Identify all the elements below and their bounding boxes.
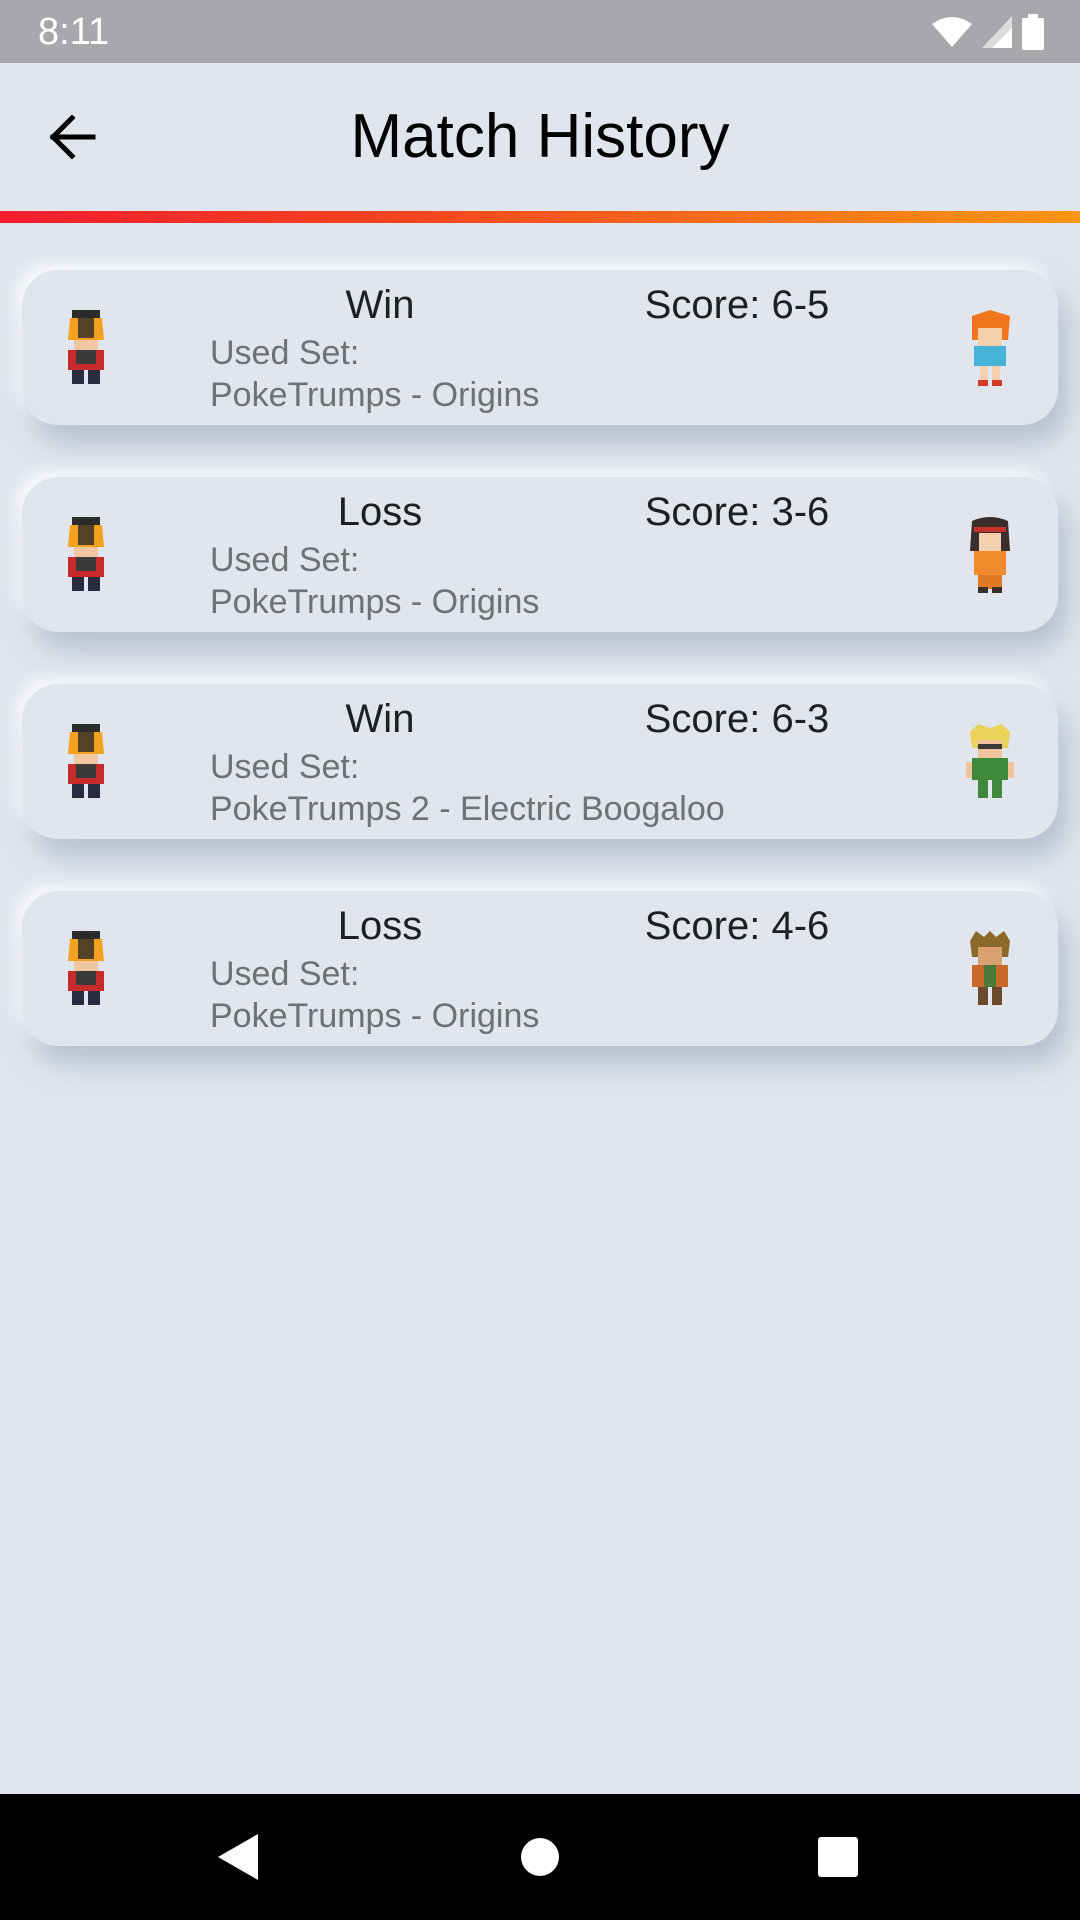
used-set-name: PokeTrumps - Origins bbox=[210, 583, 540, 621]
match-card[interactable]: Loss Score: 3-6 Used Set: PokeTrumps - O… bbox=[22, 477, 1058, 632]
page-title: Match History bbox=[350, 102, 730, 171]
screen: 8:11 Match History Win Score: 6-5 Used S… bbox=[0, 0, 1080, 1920]
opponent-trainer-sprite bbox=[970, 931, 1010, 1005]
nav-recents-button[interactable] bbox=[798, 1824, 878, 1890]
used-set-label: Used Set: bbox=[210, 955, 360, 993]
opponent-trainer-sprite bbox=[970, 517, 1010, 593]
signal-icon bbox=[982, 16, 1012, 48]
used-set-name: PokeTrumps - Origins bbox=[210, 376, 540, 414]
used-set-label: Used Set: bbox=[210, 334, 360, 372]
player-trainer-sprite bbox=[68, 931, 104, 1005]
match-result: Loss bbox=[337, 904, 423, 948]
nav-back-button[interactable] bbox=[198, 1824, 278, 1890]
home-circle-icon bbox=[521, 1838, 559, 1876]
match-result: Win bbox=[345, 697, 415, 741]
nav-home-button[interactable] bbox=[500, 1824, 580, 1890]
status-time: 8:11 bbox=[38, 11, 110, 53]
match-list: Win Score: 6-5 Used Set: PokeTrumps - Or… bbox=[22, 270, 1058, 1098]
opponent-trainer-sprite bbox=[972, 310, 1010, 386]
match-card[interactable]: Win Score: 6-5 Used Set: PokeTrumps - Or… bbox=[22, 270, 1058, 425]
recents-square-icon bbox=[818, 1837, 858, 1877]
match-score: Score: 6-3 bbox=[644, 697, 830, 741]
status-icons bbox=[932, 14, 1044, 50]
match-card[interactable]: Win Score: 6-3 Used Set: PokeTrumps 2 - … bbox=[22, 684, 1058, 839]
used-set-name: PokeTrumps - Origins bbox=[210, 997, 540, 1035]
match-card[interactable]: Loss Score: 4-6 Used Set: PokeTrumps - O… bbox=[22, 891, 1058, 1046]
header-accent-line bbox=[0, 211, 1080, 223]
match-score: Score: 6-5 bbox=[644, 283, 830, 327]
used-set-label: Used Set: bbox=[210, 541, 360, 579]
match-score: Score: 4-6 bbox=[644, 904, 830, 948]
match-score: Score: 3-6 bbox=[644, 490, 830, 534]
player-trainer-sprite bbox=[68, 517, 104, 591]
player-trainer-sprite bbox=[68, 724, 104, 798]
used-set-name: PokeTrumps 2 - Electric Boogaloo bbox=[210, 790, 725, 828]
match-result: Win bbox=[345, 283, 415, 327]
system-nav-bar bbox=[0, 1794, 1080, 1920]
used-set-label: Used Set: bbox=[210, 748, 360, 786]
match-result: Loss bbox=[337, 490, 423, 534]
battery-icon bbox=[1022, 14, 1044, 50]
back-triangle-icon bbox=[218, 1834, 258, 1880]
opponent-trainer-sprite bbox=[966, 724, 1014, 798]
status-bar: 8:11 bbox=[0, 0, 1080, 63]
app-bar: Match History bbox=[0, 63, 1080, 211]
player-trainer-sprite bbox=[68, 310, 104, 384]
wifi-icon bbox=[932, 17, 972, 47]
